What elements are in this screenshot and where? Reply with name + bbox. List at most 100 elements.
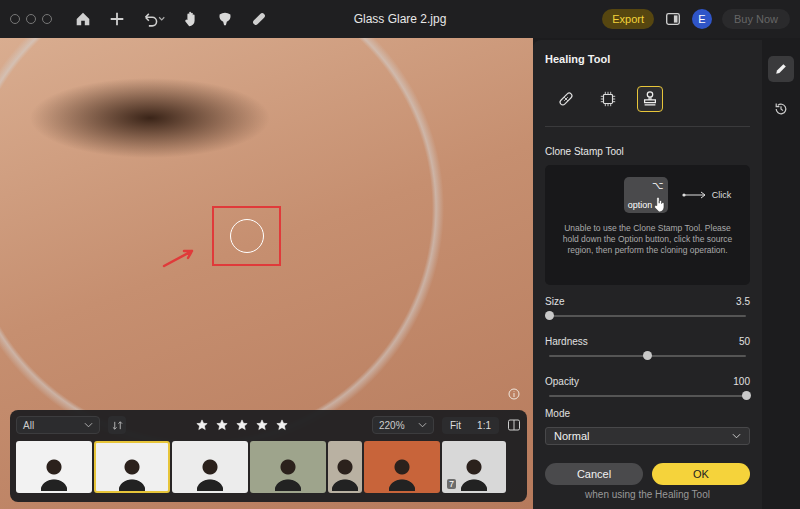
patch-icon bbox=[599, 90, 617, 108]
cancel-button[interactable]: Cancel bbox=[545, 463, 643, 485]
mode-label: Mode bbox=[545, 407, 750, 421]
hint-action: Click bbox=[712, 190, 732, 200]
edit-tab[interactable] bbox=[768, 56, 794, 82]
slider-knob[interactable] bbox=[545, 311, 554, 320]
stamp-tool-button[interactable] bbox=[637, 86, 663, 112]
filmstrip-toolbar: All 220% Fit1:1 bbox=[16, 414, 521, 436]
sort-button[interactable] bbox=[108, 416, 126, 434]
chevron-down-icon bbox=[418, 422, 427, 428]
ok-button[interactable]: OK bbox=[652, 463, 750, 485]
slider-track[interactable] bbox=[549, 355, 746, 357]
actual-size-button[interactable]: 1:1 bbox=[469, 417, 499, 434]
filter-dropdown[interactable]: All bbox=[16, 416, 100, 434]
footnote: when using the Healing Tool bbox=[545, 489, 750, 500]
thumbnail-figure bbox=[275, 457, 301, 491]
rating-stars bbox=[196, 419, 288, 431]
bandage-tool-button[interactable] bbox=[553, 86, 579, 112]
star-icon[interactable] bbox=[236, 419, 248, 431]
thumbnail[interactable] bbox=[328, 441, 362, 493]
slider-row: Opacity 100 bbox=[545, 375, 750, 405]
hand-icon[interactable] bbox=[182, 10, 200, 28]
history-tab[interactable] bbox=[768, 96, 794, 122]
thumbnail[interactable] bbox=[250, 441, 326, 493]
workspace: All 220% Fit1:1 7 Healing ToolClone Stamp To… bbox=[0, 38, 800, 509]
zoom-button[interactable] bbox=[42, 14, 52, 24]
pointer-hand-icon bbox=[652, 195, 668, 213]
thumbnail-figure bbox=[119, 457, 145, 491]
thumbnail[interactable] bbox=[364, 441, 440, 493]
tool-row bbox=[545, 86, 750, 112]
app-window: Glass Glare 2.jpgExportEBuy NowAll220%Fi… bbox=[0, 0, 800, 509]
plus-icon[interactable] bbox=[108, 10, 126, 28]
action-buttons: Cancel OK bbox=[545, 463, 750, 485]
user-avatar[interactable]: E bbox=[692, 9, 712, 29]
stamp-icon bbox=[641, 90, 659, 108]
filmstrip: All 220% Fit1:1 7 bbox=[10, 410, 527, 502]
slider-track[interactable] bbox=[549, 315, 746, 317]
pencil-icon bbox=[773, 61, 789, 77]
slider-value: 3.5 bbox=[736, 295, 750, 309]
thumbnail-figure bbox=[461, 457, 487, 491]
arrow-icon bbox=[162, 246, 198, 268]
chevron-down-icon bbox=[732, 433, 741, 439]
buy-now-button[interactable]: Buy Now bbox=[722, 9, 790, 29]
star-icon[interactable] bbox=[276, 419, 288, 431]
thumbnail[interactable] bbox=[94, 441, 170, 493]
patch-tool-button[interactable] bbox=[595, 86, 621, 112]
fit-button[interactable]: Fit bbox=[442, 417, 469, 434]
mask-icon[interactable] bbox=[216, 10, 234, 28]
thumbnail[interactable]: 7 bbox=[442, 441, 506, 493]
zoom-value: 220% bbox=[379, 420, 405, 431]
slider-knob[interactable] bbox=[742, 391, 751, 400]
slider-value: 100 bbox=[733, 375, 750, 389]
mode-value: Normal bbox=[554, 430, 589, 442]
minimize-button[interactable] bbox=[26, 14, 36, 24]
slider-row: Size3.5 bbox=[545, 295, 750, 325]
info-icon[interactable] bbox=[508, 388, 520, 400]
slider-track[interactable] bbox=[549, 395, 746, 397]
home-icon[interactable] bbox=[74, 10, 92, 28]
filter-value: All bbox=[23, 420, 34, 431]
slider-label: Opacity bbox=[545, 375, 579, 389]
highlight-box bbox=[212, 206, 281, 266]
slider-header: Size3.5 bbox=[545, 295, 750, 309]
slider-header: Hardness 50 bbox=[545, 335, 750, 349]
key-symbol: ⌥ bbox=[652, 180, 664, 191]
divider bbox=[545, 126, 750, 127]
photo-canvas[interactable]: All 220% Fit1:1 7 bbox=[0, 38, 533, 509]
hint-graphic: ⌥optionClick bbox=[624, 177, 732, 213]
thumbnail[interactable] bbox=[172, 441, 248, 493]
thumbnail-figure bbox=[389, 457, 415, 491]
export-button[interactable]: Export bbox=[602, 9, 654, 29]
star-icon[interactable] bbox=[196, 419, 208, 431]
panel-title: Healing Tool bbox=[545, 52, 750, 66]
zoom-dropdown[interactable]: 220% bbox=[372, 416, 434, 434]
slider-label: Hardness bbox=[545, 335, 588, 349]
compare-icon[interactable] bbox=[507, 418, 521, 432]
toolbar-left bbox=[10, 10, 354, 28]
mode-dropdown[interactable]: Normal bbox=[545, 427, 750, 445]
slider-knob[interactable] bbox=[643, 351, 652, 360]
history-icon bbox=[773, 101, 789, 117]
panel-toggle-icon[interactable] bbox=[664, 10, 682, 28]
toolbar: Glass Glare 2.jpgExportEBuy Now bbox=[0, 0, 800, 38]
thumbnail-row: 7 bbox=[16, 441, 521, 493]
thumbnail-figure bbox=[332, 457, 358, 491]
sort-icon bbox=[112, 420, 123, 431]
arrow-icon bbox=[682, 191, 708, 199]
close-button[interactable] bbox=[10, 14, 20, 24]
thumbnail-figure bbox=[197, 457, 223, 491]
zoom-buttons: Fit1:1 bbox=[442, 417, 499, 434]
star-icon[interactable] bbox=[216, 419, 228, 431]
star-icon[interactable] bbox=[256, 419, 268, 431]
hint-box: ⌥optionClick Unable to use the Clone Stam… bbox=[545, 165, 750, 285]
healing-panel: Healing ToolClone Stamp Tool⌥optionClick… bbox=[533, 40, 762, 509]
slider-value: 50 bbox=[739, 335, 750, 349]
hint-message: Unable to use the Clone Stamp Tool. Plea… bbox=[555, 223, 740, 256]
toolbar-right: Export E Buy Now bbox=[446, 9, 790, 29]
undo-icon[interactable] bbox=[142, 10, 166, 28]
thumbnail[interactable] bbox=[16, 441, 92, 493]
side-tabs bbox=[762, 38, 800, 509]
thumbnail-figure bbox=[41, 457, 67, 491]
bandage-icon[interactable] bbox=[250, 10, 268, 28]
